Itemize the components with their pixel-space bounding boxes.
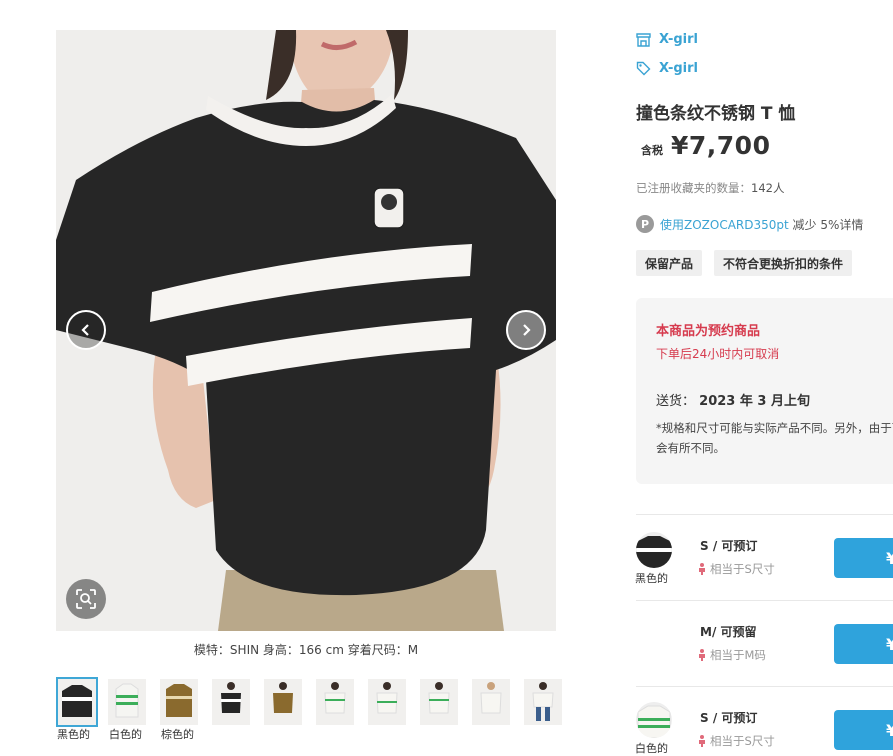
thumb-label-black: 黑色的 (57, 728, 90, 741)
reservation-notice: 本商品为预约商品 下单后24小时内可取消 送货： 2023 年 3 月上旬 *规… (636, 298, 893, 484)
variant-equivalent-text: 相当于S尺寸 (710, 734, 775, 748)
store-icon (636, 33, 651, 47)
points-badge-icon: P (636, 215, 654, 233)
divider (636, 600, 893, 601)
tag-icon (636, 61, 651, 76)
zozocard-link[interactable]: 使用ZOZOCARD350pt (660, 218, 789, 232)
variant-color: 黑色的 (635, 572, 668, 585)
tag-not-exchangeable[interactable]: 不符合更换折扣的条件 (714, 250, 853, 276)
tag-keep-product[interactable]: 保留产品 (636, 250, 703, 276)
product-photo-illustration (56, 30, 556, 631)
chevron-right-icon (523, 324, 531, 336)
chevron-left-icon (81, 324, 89, 336)
thumbnail-3[interactable] (160, 679, 198, 725)
prev-image-button[interactable] (66, 310, 106, 350)
variant-color: 白色的 (635, 742, 668, 755)
notice-title: 本商品为预约商品 (656, 324, 761, 339)
variant-equivalent: 相当于S尺寸 (698, 561, 775, 577)
add-to-cart-button[interactable]: ¥ (834, 710, 893, 750)
variant-size: M/ 可预留 (700, 625, 757, 639)
variant-equivalent-text: 相当于M码 (710, 648, 766, 662)
thumbnail-10[interactable] (524, 679, 562, 725)
favorites-number: 142人 (751, 181, 785, 195)
thumb-label-brown: 棕色的 (161, 728, 194, 741)
favorites-label: 已注册收藏夹的数量： (636, 181, 751, 195)
shipping-info: 送货： 2023 年 3 月上旬 (656, 390, 810, 409)
next-image-button[interactable] (506, 310, 546, 350)
thumbnail-9[interactable] (472, 679, 510, 725)
zoom-button[interactable] (66, 579, 106, 619)
price-row: 含税 ¥7,700 (641, 131, 770, 160)
notice-subtitle: 下单后24小时内可取消 (656, 347, 780, 361)
brand-shop-link[interactable]: X-girl (636, 32, 698, 47)
variant-equivalent-text: 相当于S尺寸 (710, 562, 775, 576)
variant-equivalent: 相当于S尺寸 (698, 733, 775, 749)
divider (636, 514, 893, 515)
person-icon (699, 735, 705, 747)
thumbnail-4[interactable] (212, 679, 250, 725)
thumbnail-6[interactable] (316, 679, 354, 725)
add-to-cart-button[interactable]: ¥ (834, 624, 893, 664)
variant-size: S / 可预订 (700, 711, 758, 725)
brand-shop-label: X-girl (659, 32, 698, 47)
thumbnail-1[interactable] (56, 677, 98, 727)
thumbnail-7[interactable] (368, 679, 406, 725)
points-info: P 使用ZOZOCARD350pt 减少 5%详情 (636, 215, 863, 233)
variant-equivalent: 相当于M码 (698, 647, 766, 663)
product-title: 撞色条纹不锈钢 T 恤 (636, 104, 796, 124)
tax-label: 含税 (641, 144, 663, 157)
thumbnail-8[interactable] (420, 679, 458, 725)
variant-thumb-white (636, 702, 672, 738)
shipping-date: 2023 年 3 月上旬 (699, 394, 810, 409)
brand-tag-link[interactable]: X-girl (636, 61, 698, 76)
price: ¥7,700 (671, 131, 771, 160)
thumb-label-white: 白色的 (109, 728, 142, 741)
variant-thumb-black (636, 532, 672, 568)
brand-tag-label: X-girl (659, 61, 698, 76)
shipping-label: 送货： (656, 394, 696, 409)
person-icon (699, 649, 705, 661)
spec-note: *规格和尺寸可能与实际产品不同。另外，由于可能会有所不同。 (656, 421, 893, 455)
thumbnail-2[interactable] (108, 679, 146, 725)
product-photo (56, 30, 556, 631)
zoom-scan-icon (76, 589, 96, 609)
thumbnail-5[interactable] (264, 679, 302, 725)
points-details[interactable]: 减少 5%详情 (789, 218, 864, 232)
add-to-cart-button[interactable]: ¥ (834, 538, 893, 578)
variant-size: S / 可预订 (700, 539, 758, 553)
person-icon (699, 563, 705, 575)
favorites-count: 已注册收藏夹的数量：142人 (636, 180, 784, 196)
divider (636, 686, 893, 687)
model-info: 模特：SHIN 身高：166 cm 穿着尺码：M (193, 643, 419, 657)
